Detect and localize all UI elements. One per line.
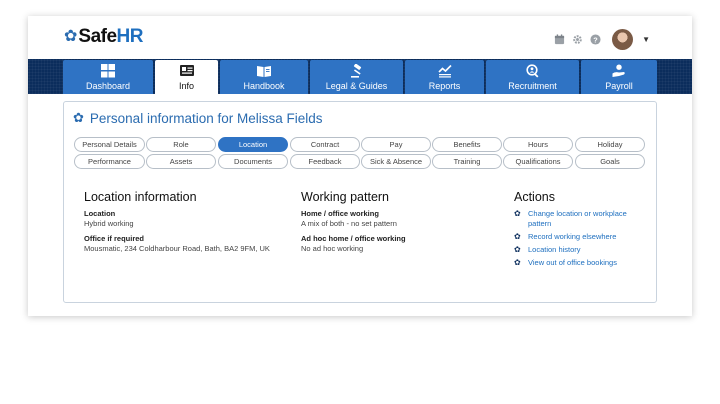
action-link[interactable]: View out of office bookings (528, 258, 640, 268)
actions-section: Actions ✿ Change location or workplace p… (514, 190, 640, 271)
gavel-icon (350, 64, 361, 78)
tab-label: Payroll (605, 81, 633, 91)
flower-icon: ✿ (514, 258, 521, 267)
section-title: Working pattern (301, 190, 390, 204)
tab-label: Legal & Guides (325, 81, 388, 91)
tab-label: Info (178, 81, 194, 91)
flower-icon: ✿ (514, 245, 521, 254)
user-avatar[interactable] (612, 29, 634, 50)
tab-info[interactable]: Info (155, 60, 218, 94)
flower-icon: ✿ (514, 209, 521, 218)
subtab-documents[interactable]: Documents (218, 154, 288, 169)
payroll-icon (612, 64, 625, 77)
action-change-location[interactable]: ✿ Change location or workplace pattern (514, 209, 640, 229)
top-icons: ? ▼ (554, 29, 650, 50)
id-card-icon (179, 65, 194, 76)
location-info-section: Location information Location Hybrid wor… (84, 190, 270, 259)
action-link[interactable]: Record working elsewhere (528, 232, 640, 242)
field-label: Ad hoc home / office working (301, 234, 406, 243)
subtab-sick-absence[interactable]: Sick & Absence (361, 154, 431, 169)
chevron-down-icon[interactable]: ▼ (642, 35, 650, 44)
section-title: Actions (514, 190, 555, 204)
chart-icon (437, 64, 452, 78)
tab-label: Handbook (243, 81, 285, 91)
logo-flower-icon: ✿ (64, 28, 78, 45)
help-icon[interactable]: ? (590, 34, 601, 45)
subtab-role[interactable]: Role (146, 137, 216, 152)
svg-text:?: ? (593, 35, 598, 44)
tab-reports[interactable]: Reports (405, 60, 484, 94)
flower-icon: ✿ (514, 232, 521, 241)
panel-title: ✿ Personal information for Melissa Field… (73, 110, 323, 126)
tab-payroll[interactable]: Payroll (581, 60, 657, 94)
subtab-assets[interactable]: Assets (146, 154, 216, 169)
logo-text-hr: HR (116, 26, 144, 47)
subtab-hours[interactable]: Hours (503, 137, 573, 152)
logo-text-safe: Safe (78, 26, 117, 47)
tab-dashboard[interactable]: Dashboard (63, 60, 153, 94)
field-value: Mousmatic, 234 Coldharbour Road, Bath, B… (84, 244, 270, 253)
subtab-goals[interactable]: Goals (575, 154, 645, 169)
subtab-personal-details[interactable]: Personal Details (74, 137, 145, 152)
grid-icon (101, 64, 115, 78)
subtab-performance[interactable]: Performance (74, 154, 145, 169)
panel-title-text: Personal information for Melissa Fields (89, 110, 323, 126)
action-record-working-elsewhere[interactable]: ✿ Record working elsewhere (514, 232, 640, 242)
field-label: Office if required (84, 234, 145, 243)
subtab-training[interactable]: Training (432, 154, 502, 169)
gear-icon[interactable] (572, 34, 583, 45)
tab-label: Reports (428, 81, 461, 91)
tab-recruitment[interactable]: Recruitment (486, 60, 579, 94)
calendar-icon[interactable] (554, 34, 565, 45)
working-pattern-section: Working pattern Home / office working A … (301, 190, 406, 259)
field-label: Location (84, 209, 116, 218)
app-window: ✿ Safe HR ? ▼ Dashboard Info Handbook Leg… (28, 16, 692, 316)
section-title: Location information (84, 190, 197, 204)
tab-label: Recruitment (508, 81, 557, 91)
book-icon (257, 66, 271, 77)
safehr-logo[interactable]: ✿ Safe HR (64, 26, 144, 48)
subtab-pay[interactable]: Pay (361, 137, 431, 152)
subtab-qualifications[interactable]: Qualifications (503, 154, 573, 169)
action-location-history[interactable]: ✿ Location history (514, 245, 640, 255)
flower-icon: ✿ (73, 110, 84, 125)
main-nav: Dashboard Info Handbook Legal & Guides R… (28, 59, 692, 94)
subtab-holiday[interactable]: Holiday (575, 137, 645, 152)
subtab-feedback[interactable]: Feedback (290, 154, 360, 169)
subtab-contract[interactable]: Contract (290, 137, 360, 152)
field-value: No ad hoc working (301, 244, 364, 253)
action-view-out-of-office[interactable]: ✿ View out of office bookings (514, 258, 640, 268)
action-link[interactable]: Location history (528, 245, 640, 255)
field-value: A mix of both - no set pattern (301, 219, 397, 228)
subtab-location[interactable]: Location (218, 137, 288, 152)
field-value: Hybrid working (84, 219, 134, 228)
action-link[interactable]: Change location or workplace pattern (528, 209, 640, 229)
search-person-icon (525, 64, 538, 78)
tab-label: Dashboard (85, 81, 131, 91)
subtab-benefits[interactable]: Benefits (432, 137, 502, 152)
field-label: Home / office working (301, 209, 379, 218)
tab-handbook[interactable]: Handbook (220, 60, 308, 94)
tab-legal-guides[interactable]: Legal & Guides (310, 60, 403, 94)
